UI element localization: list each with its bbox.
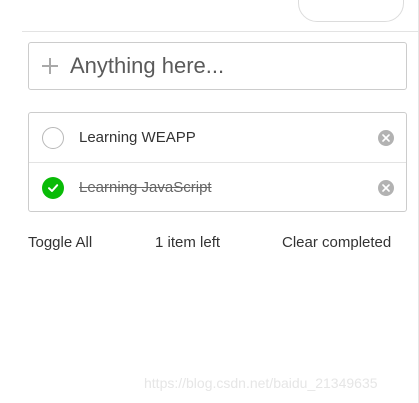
close-icon [382,133,390,142]
checked-circle-icon[interactable] [42,176,64,199]
items-left-count: 1 item left [155,234,221,251]
new-todo-input[interactable]: Anything here... [28,42,407,90]
todo-list: Learning WEAPP Learning JavaScript [28,112,407,212]
watermark: https://blog.csdn.net/baidu_21349635 [144,375,378,391]
unchecked-circle-icon[interactable] [42,126,64,149]
header-divider [22,31,419,32]
todo-item-label: Learning WEAPP [79,129,196,146]
todo-item[interactable]: Learning JavaScript [29,163,406,212]
toggle-all-button[interactable]: Toggle All [28,234,92,251]
todo-item-label: Learning JavaScript [79,179,212,196]
clear-completed-button[interactable]: Clear completed [282,234,391,251]
checkmark-icon [48,183,59,192]
remove-item-icon[interactable] [378,129,394,146]
todo-item[interactable]: Learning WEAPP [29,113,406,163]
new-todo-placeholder: Anything here... [70,53,225,78]
header-button[interactable] [298,0,404,22]
plus-icon [42,58,58,74]
close-icon [382,183,390,192]
remove-item-icon[interactable] [378,179,394,196]
